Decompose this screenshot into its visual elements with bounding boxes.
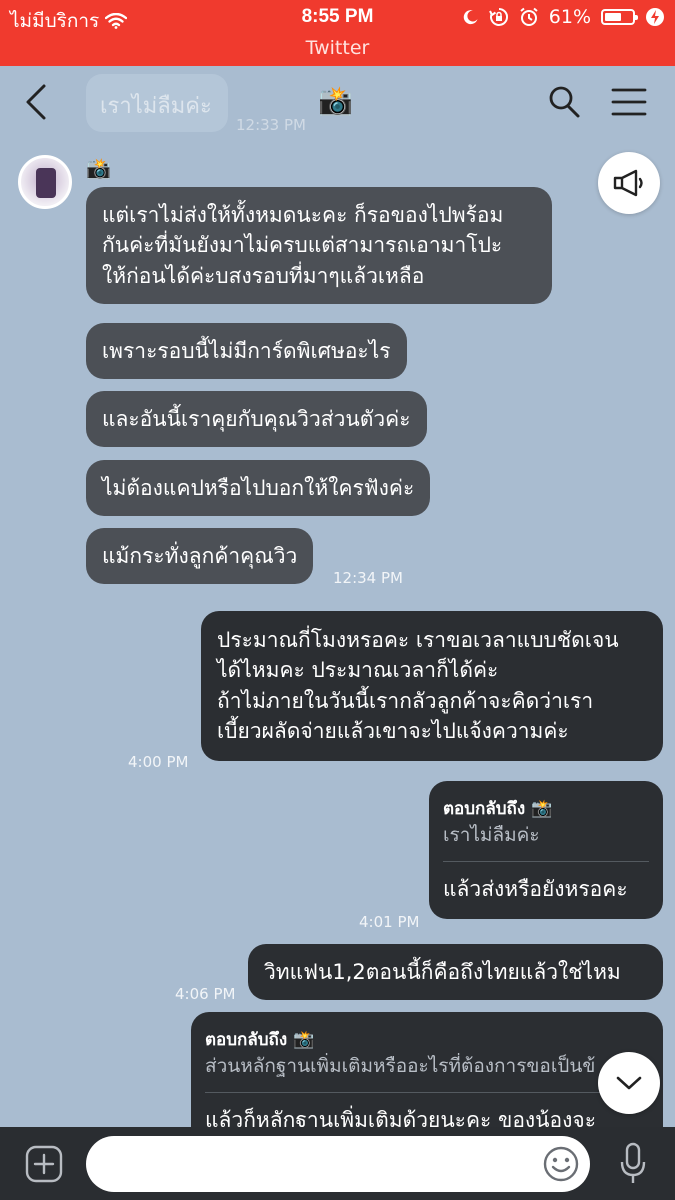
- message-line: ประมาณกี่โมงหรอคะ เราขอเวลาแบบชัดเจน: [217, 628, 619, 652]
- message-bubble-incoming[interactable]: เพราะรอบนี้ไม่มีการ์ดพิเศษอะไร: [86, 323, 407, 380]
- message-bubble-incoming[interactable]: แต่เราไม่ส่งให้ทั้งหมดนะคะ ก็รอของไปพร้อ…: [86, 187, 552, 305]
- lock-rotation-icon: [488, 8, 508, 26]
- return-to-app-bar[interactable]: Twitter: [0, 34, 675, 66]
- chat-title-emoji[interactable]: 📸: [318, 84, 353, 117]
- message-line: เบี้ยวผลัดจ่ายแล้วเขาจะไปแจ้งความค่ะ: [217, 719, 569, 744]
- chevron-down-icon: [616, 1076, 642, 1090]
- battery-percent: 61%: [548, 6, 591, 28]
- emoji-icon[interactable]: [542, 1145, 580, 1183]
- battery-icon: [601, 9, 638, 25]
- message-input[interactable]: [86, 1136, 590, 1192]
- message-line: ให้ก่อนได้ค่ะบสงรอบที่มาๆแล้วเหลือ: [102, 263, 425, 288]
- quoted-message[interactable]: ส่วนหลักฐานเพิ่มเติมหรืออะไรที่ต้องการขอ…: [205, 1053, 649, 1081]
- message-line: กันค่ะที่มันยังมาไม่ครบแต่สามารถเอามาโปะ: [102, 233, 503, 258]
- message-bubble-incoming[interactable]: และอันนี้เราคุยกับคุณวิวส่วนตัวค่ะ: [86, 391, 427, 448]
- menu-icon[interactable]: [610, 82, 648, 122]
- message-line: แต่เราไม่ส่งให้ทั้งหมดนะคะ ก็รอของไปพร้อ…: [102, 203, 504, 227]
- pinned-message-preview[interactable]: เราไม่ลืมค่ะ: [86, 74, 228, 132]
- announcement-button[interactable]: [598, 152, 660, 214]
- reply-label: ตอบกลับถึง 📸: [205, 1030, 315, 1050]
- quoted-message[interactable]: เราไม่ลืมค่ะ: [443, 822, 649, 850]
- add-icon[interactable]: [24, 1144, 64, 1184]
- reply-divider: [205, 1092, 649, 1094]
- message-time: 4:00 PM: [128, 753, 189, 771]
- megaphone-icon: [613, 169, 643, 197]
- moon-icon: [463, 10, 478, 25]
- message-time: 4:01 PM: [359, 913, 420, 931]
- back-icon[interactable]: [18, 82, 52, 122]
- message-line: ถ้าไม่ภายในวันนี้เรากลัวลูกค้าจะคิดว่าเร…: [217, 688, 594, 713]
- message-time: 4:06 PM: [175, 985, 236, 1003]
- reply-label: ตอบกลับถึง 📸: [443, 799, 553, 819]
- reply-bubble-outgoing[interactable]: ตอบกลับถึง 📸 เราไม่ลืมค่ะ แล้วส่งหรือยัง…: [429, 781, 663, 919]
- message-line: ได้ไหมคะ ประมาณเวลาก็ได้ค่ะ: [217, 658, 499, 683]
- search-icon[interactable]: [546, 82, 582, 122]
- charging-icon: [646, 8, 664, 26]
- reply-divider: [443, 861, 649, 863]
- message-time: 12:34 PM: [333, 569, 403, 587]
- microphone-icon[interactable]: [618, 1141, 648, 1187]
- sender-name: 📸: [86, 156, 111, 180]
- message-bubble-outgoing[interactable]: วิทแฟน1,2ตอนนี้ก็คือถึงไทยแล้วใช่ไหม: [248, 944, 663, 1001]
- pinned-message-time: 12:33 PM: [236, 116, 306, 134]
- scroll-to-bottom-button[interactable]: [598, 1052, 660, 1114]
- message-text: แล้วส่งหรือยังหรอคะ: [443, 877, 628, 902]
- message-bubble-outgoing[interactable]: ประมาณกี่โมงหรอคะ เราขอเวลาแบบชัดเจน ได้…: [201, 611, 663, 761]
- status-bar: ไม่มีบริการ 8:55 PM 61%: [0, 0, 675, 34]
- avatar[interactable]: [18, 155, 72, 209]
- message-input-bar: [0, 1127, 675, 1200]
- message-bubble-incoming[interactable]: ไม่ต้องแคปหรือไปบอกให้ใครฟังค่ะ: [86, 460, 431, 517]
- message-bubble-incoming[interactable]: แม้กระทั่งลูกค้าคุณวิว: [86, 528, 314, 585]
- status-icons: 61%: [463, 6, 665, 28]
- alarm-icon: [520, 7, 538, 26]
